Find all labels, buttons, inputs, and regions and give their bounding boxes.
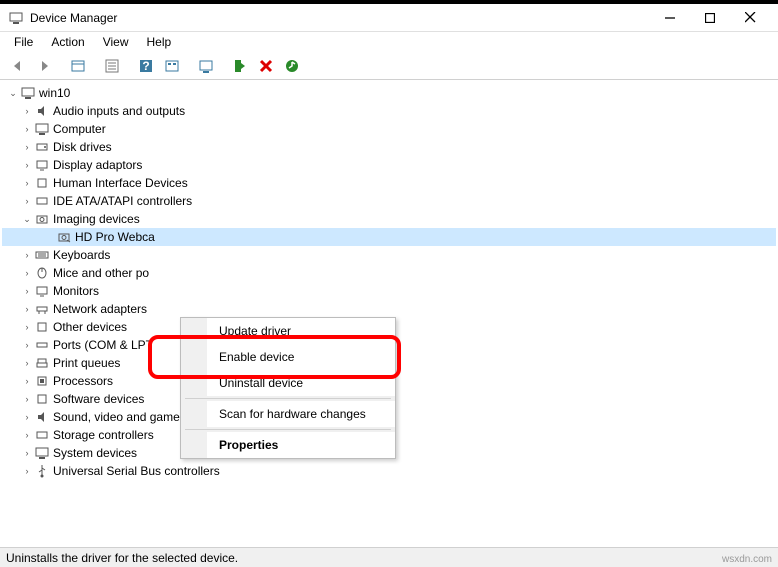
display-icon xyxy=(34,157,50,173)
status-bar: Uninstalls the driver for the selected d… xyxy=(0,547,778,567)
ctx-scan-hardware[interactable]: Scan for hardware changes xyxy=(181,401,395,427)
expand-icon[interactable]: › xyxy=(20,248,34,262)
collapse-icon[interactable]: ⌄ xyxy=(6,86,20,100)
device-tree[interactable]: ⌄ win10 ›Audio inputs and outputs ›Compu… xyxy=(0,80,778,550)
menu-file[interactable]: File xyxy=(6,33,41,51)
app-icon xyxy=(8,10,24,26)
expand-icon[interactable]: › xyxy=(20,122,34,136)
watermark: wsxdn.com xyxy=(722,554,772,565)
webcam-icon xyxy=(56,229,72,245)
expand-icon[interactable]: › xyxy=(20,140,34,154)
properties-icon[interactable] xyxy=(100,54,124,78)
collapse-icon[interactable]: ⌄ xyxy=(20,212,34,226)
expand-icon[interactable]: › xyxy=(20,446,34,460)
titlebar: Device Manager xyxy=(0,4,778,32)
window-title: Device Manager xyxy=(30,11,650,25)
cpu-icon xyxy=(34,373,50,389)
hid-icon xyxy=(34,175,50,191)
camera-icon xyxy=(34,211,50,227)
tree-node-computer[interactable]: ›Computer xyxy=(2,120,776,138)
tree-node-disk[interactable]: ›Disk drives xyxy=(2,138,776,156)
expand-icon[interactable]: › xyxy=(20,392,34,406)
back-button[interactable] xyxy=(6,54,30,78)
uninstall-icon[interactable] xyxy=(254,54,278,78)
menubar: File Action View Help xyxy=(0,32,778,52)
tree-root[interactable]: ⌄ win10 xyxy=(2,84,776,102)
tree-node-mice[interactable]: ›Mice and other po xyxy=(2,264,776,282)
ctx-enable-device[interactable]: Enable device xyxy=(181,344,395,370)
expand-icon[interactable]: › xyxy=(20,194,34,208)
root-label: win10 xyxy=(39,86,70,100)
computer-icon xyxy=(34,121,50,137)
show-hide-console-icon[interactable] xyxy=(66,54,90,78)
network-icon xyxy=(34,301,50,317)
tree-node-ide[interactable]: ›IDE ATA/ATAPI controllers xyxy=(2,192,776,210)
usb-icon xyxy=(34,463,50,479)
svg-text:?: ? xyxy=(142,59,149,73)
ctx-properties[interactable]: Properties xyxy=(181,432,395,458)
ctx-uninstall-device[interactable]: Uninstall device xyxy=(181,370,395,396)
expand-icon[interactable]: › xyxy=(20,302,34,316)
menu-help[interactable]: Help xyxy=(139,33,180,51)
maximize-button[interactable] xyxy=(690,4,730,32)
expand-icon[interactable]: › xyxy=(20,338,34,352)
computer-icon xyxy=(20,85,36,101)
tree-node-imaging[interactable]: ⌄Imaging devices xyxy=(2,210,776,228)
mouse-icon xyxy=(34,265,50,281)
tree-node-display[interactable]: ›Display adaptors xyxy=(2,156,776,174)
tree-node-usb[interactable]: ›Universal Serial Bus controllers xyxy=(2,462,776,480)
tree-node-network[interactable]: ›Network adapters xyxy=(2,300,776,318)
tree-node-monitors[interactable]: ›Monitors xyxy=(2,282,776,300)
sound-icon xyxy=(34,409,50,425)
expand-icon[interactable]: › xyxy=(20,356,34,370)
system-icon xyxy=(34,445,50,461)
tree-node-audio[interactable]: ›Audio inputs and outputs xyxy=(2,102,776,120)
view-icon[interactable] xyxy=(160,54,184,78)
expand-icon[interactable]: › xyxy=(20,410,34,424)
toolbar: ? xyxy=(0,52,778,80)
minimize-button[interactable] xyxy=(650,4,690,32)
scan-hardware-icon[interactable] xyxy=(280,54,304,78)
keyboard-icon xyxy=(34,247,50,263)
menu-action[interactable]: Action xyxy=(43,33,92,51)
context-menu: Update driver Enable device Uninstall de… xyxy=(180,317,396,459)
status-text: Uninstalls the driver for the selected d… xyxy=(6,551,238,565)
enable-device-icon[interactable] xyxy=(228,54,252,78)
menu-view[interactable]: View xyxy=(95,33,137,51)
ctx-update-driver[interactable]: Update driver xyxy=(181,318,395,344)
close-button[interactable] xyxy=(730,4,770,32)
monitor-icon xyxy=(34,283,50,299)
disk-icon xyxy=(34,139,50,155)
help-icon[interactable]: ? xyxy=(134,54,158,78)
expand-icon[interactable]: › xyxy=(20,266,34,280)
expand-icon[interactable]: › xyxy=(20,374,34,388)
port-icon xyxy=(34,337,50,353)
ide-icon xyxy=(34,193,50,209)
expand-icon[interactable]: › xyxy=(20,104,34,118)
update-driver-icon[interactable] xyxy=(194,54,218,78)
expand-icon[interactable]: › xyxy=(20,158,34,172)
menu-separator xyxy=(185,429,391,430)
tree-node-keyboards[interactable]: ›Keyboards xyxy=(2,246,776,264)
forward-button[interactable] xyxy=(32,54,56,78)
expand-icon[interactable]: › xyxy=(20,284,34,298)
other-icon xyxy=(34,319,50,335)
menu-separator xyxy=(185,398,391,399)
audio-icon xyxy=(34,103,50,119)
expand-icon[interactable]: › xyxy=(20,428,34,442)
expand-icon[interactable]: › xyxy=(20,320,34,334)
tree-node-hid[interactable]: ›Human Interface Devices xyxy=(2,174,776,192)
software-icon xyxy=(34,391,50,407)
storage-icon xyxy=(34,427,50,443)
tree-node-webcam[interactable]: HD Pro Webca xyxy=(2,228,776,246)
printer-icon xyxy=(34,355,50,371)
expand-icon[interactable]: › xyxy=(20,464,34,478)
expand-icon[interactable]: › xyxy=(20,176,34,190)
